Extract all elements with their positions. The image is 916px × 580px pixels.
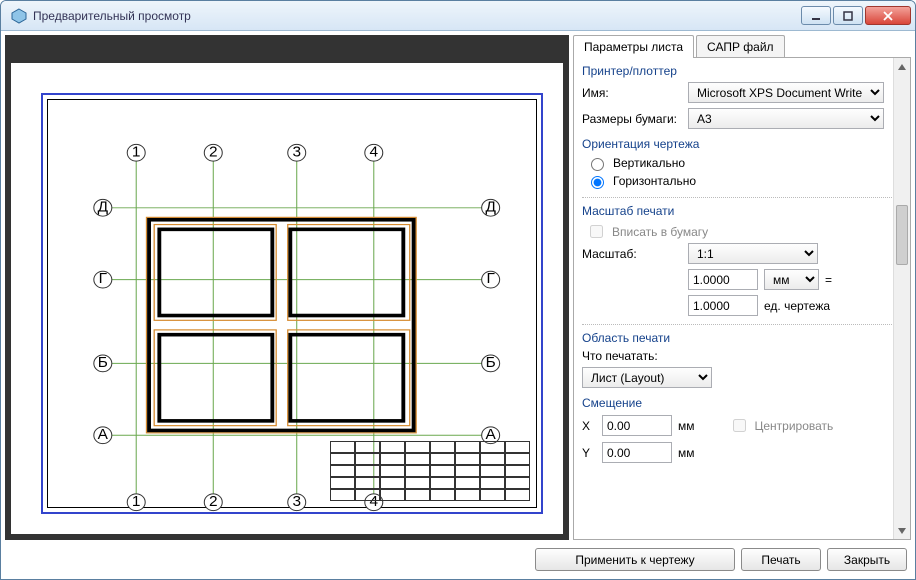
svg-text:4: 4 [370,145,379,160]
scroll-down-icon[interactable] [894,522,910,539]
orientation-vertical-radio[interactable] [591,158,604,171]
paper-size-label: Размеры бумаги: [582,112,682,126]
window-title: Предварительный просмотр [33,9,801,23]
tab-sheet-params[interactable]: Параметры листа [573,35,694,58]
close-dialog-button[interactable]: Закрыть [827,548,907,571]
svg-text:Б: Б [486,355,496,370]
group-printer-title: Принтер/плоттер [582,64,884,78]
group-printer: Принтер/плоттер Имя: Microsoft XPS Docum… [582,64,902,129]
tab-body: Принтер/плоттер Имя: Microsoft XPS Docum… [573,57,911,540]
scroll-up-icon[interactable] [894,58,910,75]
footer-buttons: Применить к чертежу Печать Закрыть [5,540,911,575]
svg-text:2: 2 [209,494,218,509]
scale-bottom-unit: ед. чертежа [764,299,830,313]
window-buttons [801,6,911,25]
close-button[interactable] [865,6,911,25]
dialog-window: Предварительный просмотр [0,0,916,580]
offset-x-value[interactable] [602,415,672,436]
minimize-button[interactable] [801,6,831,25]
scroll-track[interactable] [894,75,910,522]
group-orientation: Ориентация чертежа Вертикально Горизонта… [582,137,902,189]
svg-text:Д: Д [485,200,495,215]
offset-y-value[interactable] [602,442,672,463]
fit-to-paper[interactable]: Вписать в бумагу [586,222,884,241]
group-scale-title: Масштаб печати [582,204,884,218]
svg-text:Д: Д [98,200,108,215]
scale-bottom-value[interactable] [688,295,758,316]
tab-strip: Параметры листа САПР файл [573,35,911,58]
svg-text:1: 1 [132,145,141,160]
center-offset-checkbox[interactable] [733,419,746,432]
offset-y-unit: мм [678,446,695,460]
client-area: 1 2 3 4 1 2 3 4 Д Г [1,31,915,579]
print-area-select[interactable]: Лист (Layout) [582,367,712,388]
fit-to-paper-checkbox[interactable] [590,225,603,238]
preview-canvas[interactable]: 1 2 3 4 1 2 3 4 Д Г [11,63,563,534]
print-button[interactable]: Печать [741,548,821,571]
apply-button[interactable]: Применить к чертежу [535,548,735,571]
settings-scrollbar[interactable] [893,58,910,539]
scale-top-unit[interactable]: мм [764,269,819,290]
offset-x-unit: мм [678,419,695,433]
divider [582,197,902,198]
orientation-vertical-label: Вертикально [613,156,685,170]
scale-select[interactable]: 1:1 [688,243,818,264]
center-offset-label: Центрировать [755,419,834,433]
svg-text:А: А [98,427,108,442]
group-offset-title: Смещение [582,396,884,410]
preview-pane: 1 2 3 4 1 2 3 4 Д Г [5,35,569,540]
app-icon [11,8,27,24]
main-row: 1 2 3 4 1 2 3 4 Д Г [5,35,911,540]
group-scale: Масштаб печати Вписать в бумагу Масштаб:… [582,204,902,316]
orientation-horizontal[interactable]: Горизонтально [586,173,884,189]
svg-text:2: 2 [209,145,218,160]
orientation-vertical[interactable]: Вертикально [586,155,884,171]
svg-text:3: 3 [292,145,301,160]
sheet-inner-frame: 1 2 3 4 1 2 3 4 Д Г [47,99,537,508]
title-block [330,441,530,501]
scroll-thumb[interactable] [896,205,908,265]
tab-cad-file[interactable]: САПР файл [696,35,785,58]
maximize-button[interactable] [833,6,863,25]
orientation-horizontal-label: Горизонтально [613,174,696,188]
svg-text:Г: Г [486,272,494,287]
printer-name-label: Имя: [582,86,682,100]
offset-x-label: X [582,419,596,433]
divider [582,324,902,325]
printer-name-select[interactable]: Microsoft XPS Document Write [688,82,884,103]
scale-top-value[interactable] [688,269,758,290]
titlebar[interactable]: Предварительный просмотр [1,1,915,31]
group-print-area-title: Область печати [582,331,884,345]
orientation-horizontal-radio[interactable] [591,176,604,189]
equals-sign: = [825,273,832,287]
sheet-frame: 1 2 3 4 1 2 3 4 Д Г [41,93,543,514]
svg-text:Б: Б [98,355,108,370]
offset-y-label: Y [582,446,596,460]
paper-size-select[interactable]: A3 [688,108,884,129]
group-print-area: Область печати Что печатать: Лист (Layou… [582,331,902,388]
scale-label: Масштаб: [582,247,682,261]
group-orientation-title: Ориентация чертежа [582,137,884,151]
fit-to-paper-label: Вписать в бумагу [612,225,708,239]
center-offset[interactable]: Центрировать [729,416,834,435]
svg-text:Г: Г [99,272,107,287]
svg-text:3: 3 [292,494,301,509]
group-offset: Смещение X мм Центрировать [582,396,902,463]
svg-text:1: 1 [132,494,141,509]
settings-pane: Параметры листа САПР файл Принтер/плотте… [573,35,911,540]
print-what-label: Что печатать: [582,349,884,363]
